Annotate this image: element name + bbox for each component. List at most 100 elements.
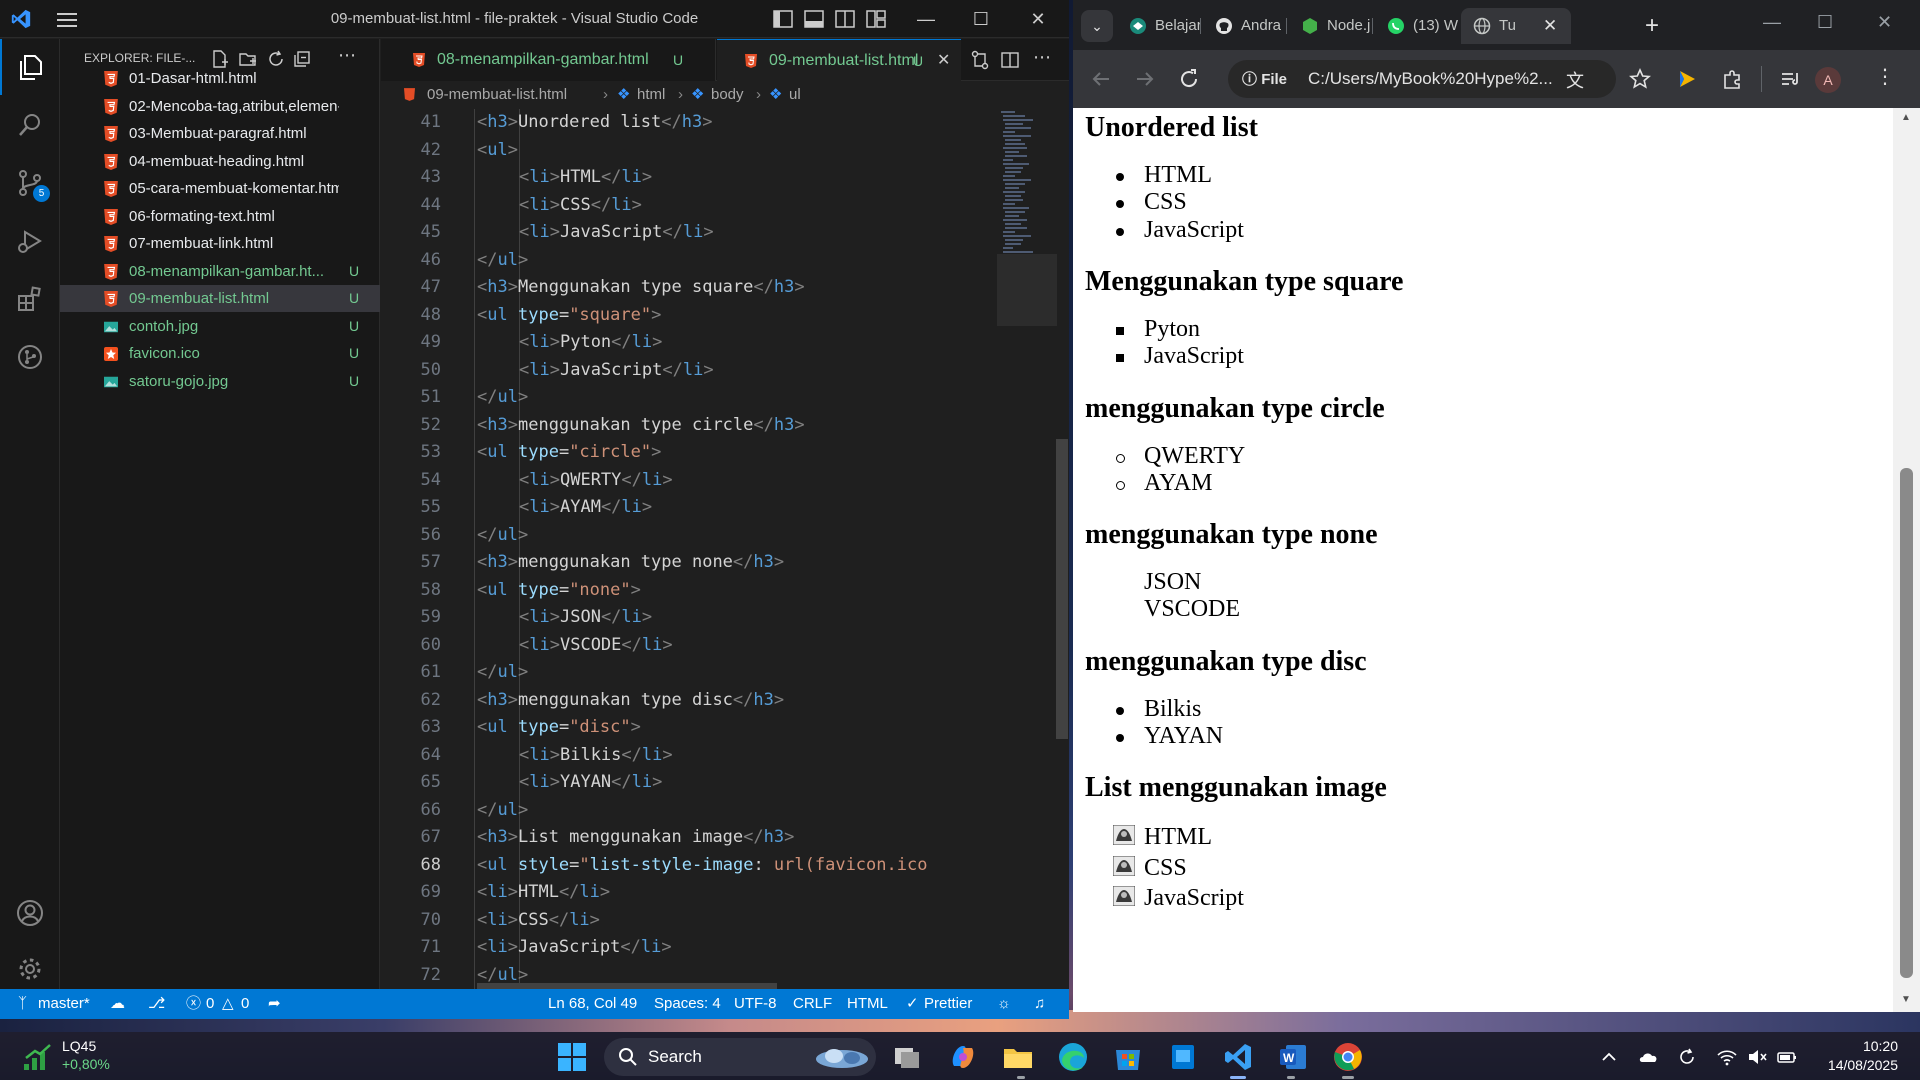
stock-ticker[interactable]: LQ45 <box>62 1038 96 1054</box>
explorer-activity[interactable] <box>0 39 60 95</box>
file-item[interactable]: favicon.ico U <box>60 340 380 367</box>
chrome-taskbar-icon[interactable] <box>1331 1040 1365 1074</box>
stock-chart-icon[interactable] <box>22 1042 54 1072</box>
chrome-minimize-button[interactable]: — <box>1763 12 1781 33</box>
encoding[interactable]: UTF-8 <box>734 989 777 1019</box>
sync-tray-icon[interactable] <box>1676 1046 1698 1068</box>
editor-scrollbar[interactable] <box>1056 439 1068 739</box>
wifi-icon[interactable] <box>1716 1046 1738 1068</box>
customize-layout-icon[interactable] <box>865 8 887 30</box>
file-item[interactable]: satoru-gojo.jpg U <box>60 368 380 395</box>
code-line[interactable]: 45 <li>JavaScript</li> <box>381 219 993 247</box>
code-line[interactable]: 70 <li>CSS</li> <box>381 907 993 935</box>
code-line[interactable]: 62 <h3>menggunakan type disc</h3> <box>381 687 993 715</box>
code-line[interactable]: 67 <h3>List menggunakan image</h3> <box>381 824 993 852</box>
extensions-puzzle-icon[interactable] <box>1721 67 1745 91</box>
code-line[interactable]: 44 <li>CSS</li> <box>381 192 993 220</box>
translate-icon[interactable]: 文 <box>1566 67 1584 93</box>
git-graph-status-icon[interactable]: ⎇ <box>148 989 165 1019</box>
file-item[interactable]: 07-membuat-link.html <box>60 230 380 257</box>
browser-tab[interactable]: Belajar <box>1117 8 1201 44</box>
page-scroll-thumb[interactable] <box>1900 468 1913 978</box>
battery-icon[interactable] <box>1776 1046 1798 1068</box>
chevron-up-icon[interactable] <box>1598 1046 1620 1068</box>
end-of-line[interactable]: CRLF <box>793 989 832 1019</box>
tab-close-button[interactable]: ✕ <box>937 40 950 82</box>
clock-date[interactable]: 14/08/2025 <box>1808 1057 1898 1073</box>
extension-pin-icon[interactable] <box>1675 67 1699 91</box>
code-line[interactable]: 49 <li>Pyton</li> <box>381 329 993 357</box>
file-item[interactable]: 09-membuat-list.html U <box>60 285 380 312</box>
code-line[interactable]: 42 <ul> <box>381 137 993 165</box>
code-line[interactable]: 48 <ul type="square"> <box>381 302 993 330</box>
code-line[interactable]: 43 <li>HTML</li> <box>381 164 993 192</box>
forward-arrow-icon[interactable] <box>1133 67 1157 91</box>
copilot-icon[interactable] <box>946 1040 980 1074</box>
file-item[interactable]: 05-cara-membuat-komentar.html <box>60 175 380 202</box>
editor-more-icon[interactable]: ⋯ <box>1033 47 1051 68</box>
search-activity[interactable] <box>0 97 60 153</box>
copilot-icon[interactable]: ☼ <box>997 989 1011 1019</box>
page-scrollbar[interactable]: ▲ ▼ <box>1893 108 1920 1012</box>
code-line[interactable]: 58 <ul type="none"> <box>381 577 993 605</box>
chrome-maximize-button[interactable]: ☐ <box>1817 12 1833 33</box>
source-control-activity[interactable]: 5 <box>0 155 60 211</box>
toggle-panel-icon[interactable] <box>803 8 825 30</box>
warning-count[interactable]: 0 <box>241 989 249 1019</box>
code-line[interactable]: 61 </ul> <box>381 659 993 687</box>
file-explorer-icon[interactable] <box>1001 1040 1035 1074</box>
code-line[interactable]: 41 <h3>Unordered list</h3> <box>381 109 993 137</box>
address-bar[interactable]: ⓘ File C:/Users/MyBook%20Hype%2... 文 <box>1228 60 1616 98</box>
branch-status[interactable]: master* <box>38 989 90 1019</box>
file-item[interactable]: contoh.jpg U <box>60 313 380 340</box>
minimap[interactable] <box>997 109 1057 989</box>
accounts-activity[interactable] <box>0 885 60 941</box>
file-item[interactable]: 06-formating-text.html <box>60 203 380 230</box>
code-line[interactable]: 60 <li>VSCODE</li> <box>381 632 993 660</box>
live-share-icon[interactable]: ➦ <box>268 989 281 1019</box>
error-count[interactable]: 0 <box>206 989 214 1019</box>
breadcrumb-body[interactable]: body <box>711 82 744 108</box>
sync-icon[interactable]: ☁ <box>110 989 125 1019</box>
browser-tab[interactable]: Node.j <box>1289 8 1373 44</box>
url-text[interactable]: C:/Users/MyBook%20Hype%2... <box>1308 69 1558 89</box>
scroll-up-icon[interactable]: ▲ <box>1901 112 1911 123</box>
code-editor[interactable]: 41 <h3>Unordered list</h3> 42 <ul> 43 <li>HTM… <box>381 109 993 989</box>
code-line[interactable]: 50 <li>JavaScript</li> <box>381 357 993 385</box>
code-line[interactable]: 51 </ul> <box>381 384 993 412</box>
file-item[interactable]: 01-Dasar-html.html <box>60 65 380 92</box>
code-line[interactable]: 68 <ul style="list-style-image: url(favic… <box>381 852 993 880</box>
run-debug-activity[interactable] <box>0 213 60 269</box>
code-line[interactable]: 66 </ul> <box>381 797 993 825</box>
code-line[interactable]: 69 <li>HTML</li> <box>381 879 993 907</box>
code-line[interactable]: 65 <li>YAYAN</li> <box>381 769 993 797</box>
code-line[interactable]: 47 <h3>Menggunakan type square</h3> <box>381 274 993 302</box>
clock-time[interactable]: 10:20 <box>1828 1038 1898 1054</box>
code-line[interactable]: 46 </ul> <box>381 247 993 275</box>
browser-tab[interactable]: Tu ✕ <box>1461 8 1571 44</box>
code-line[interactable]: 55 <li>AYAM</li> <box>381 494 993 522</box>
notifications-bell-icon[interactable]: ♫ <box>1034 989 1045 1019</box>
microsoft-store-icon[interactable] <box>1111 1040 1145 1074</box>
scroll-down-icon[interactable]: ▼ <box>1901 994 1911 1005</box>
bookmark-star-icon[interactable] <box>1628 67 1652 91</box>
maximize-button[interactable]: ☐ <box>958 6 1004 34</box>
reload-icon[interactable] <box>1177 67 1201 91</box>
windows-start-icon[interactable] <box>555 1040 589 1074</box>
task-view-icon[interactable] <box>890 1040 924 1074</box>
tab-search-button[interactable]: ⌄ <box>1081 10 1113 42</box>
chrome-close-button[interactable]: ✕ <box>1877 12 1892 33</box>
prettier-status[interactable]: Prettier <box>924 989 972 1019</box>
breadcrumb-ul[interactable]: ul <box>789 82 801 108</box>
cursor-position[interactable]: Ln 68, Col 49 <box>548 989 637 1019</box>
extensions-activity[interactable] <box>0 271 60 327</box>
code-line[interactable]: 64 <li>Bilkis</li> <box>381 742 993 770</box>
speaker-muted-icon[interactable] <box>1746 1046 1768 1068</box>
code-line[interactable]: 53 <ul type="circle"> <box>381 439 993 467</box>
code-line[interactable]: 56 </ul> <box>381 522 993 550</box>
new-tab-button[interactable]: + <box>1645 12 1659 40</box>
chrome-menu-icon[interactable]: ⋮ <box>1875 64 1895 89</box>
tab-08-menampilkan-gambar[interactable]: 08-menampilkan-gambar.html U <box>381 39 716 81</box>
blue-app-icon[interactable] <box>1166 1040 1200 1074</box>
code-line[interactable]: 54 <li>QWERTY</li> <box>381 467 993 495</box>
